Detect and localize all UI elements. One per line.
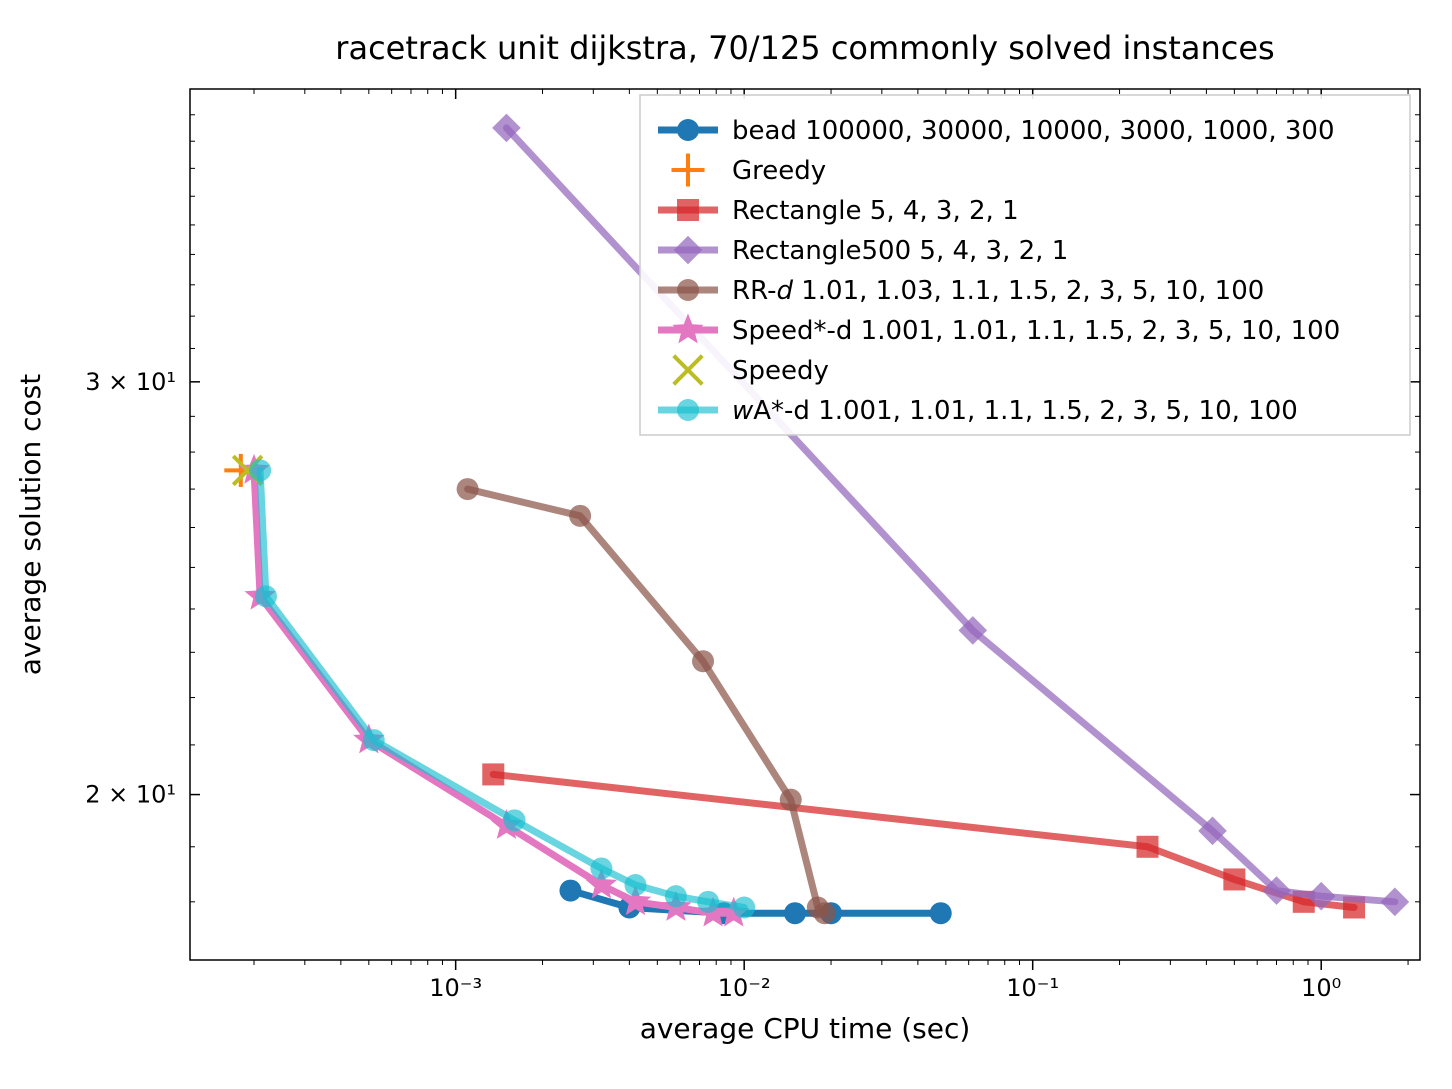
x-tick-label: 10⁻¹ [1006,974,1059,1002]
legend-entry: Speed*-d 1.001, 1.01, 1.1, 1.5, 2, 3, 5,… [732,316,1340,346]
series-line [254,470,734,913]
x-axis-label: average CPU time (sec) [640,1012,971,1045]
x-tick-label: 10⁻² [718,974,771,1002]
legend-entry: Rectangle500 5, 4, 3, 2, 1 [732,236,1068,266]
legend-entry: Rectangle 5, 4, 3, 2, 1 [732,196,1019,226]
legend: bead 100000, 30000, 10000, 3000, 1000, 3… [640,95,1410,435]
series-line [260,470,744,907]
x-tick-label: 10⁻³ [429,974,482,1002]
series-line [468,489,825,913]
x-tick-label: 10⁰ [1301,974,1341,1002]
chart-svg: 10⁻³ 10⁻² 10⁻¹ 10⁰ 2 × 10¹ 3 × 10¹ average CPU… [0,0,1452,1089]
legend-entry: RR-d 1.01, 1.03, 1.1, 1.5, 2, 3, 5, 10, … [732,276,1264,306]
legend-entry: wA*-d 1.001, 1.01, 1.1, 1.5, 2, 3, 5, 10… [732,396,1298,426]
legend-entry: Speedy [732,356,829,386]
y-tick-label: 2 × 10¹ [85,781,176,809]
y-tick-label: 3 × 10¹ [85,368,176,396]
legend-entry: bead 100000, 30000, 10000, 3000, 1000, 3… [732,116,1334,146]
y-axis-label: average solution cost [14,374,47,675]
chart-container: 10⁻³ 10⁻² 10⁻¹ 10⁰ 2 × 10¹ 3 × 10¹ average CPU… [0,0,1452,1089]
legend-entry: Greedy [732,156,826,186]
chart-title: racetrack unit dijkstra, 70/125 commonly… [335,29,1274,67]
